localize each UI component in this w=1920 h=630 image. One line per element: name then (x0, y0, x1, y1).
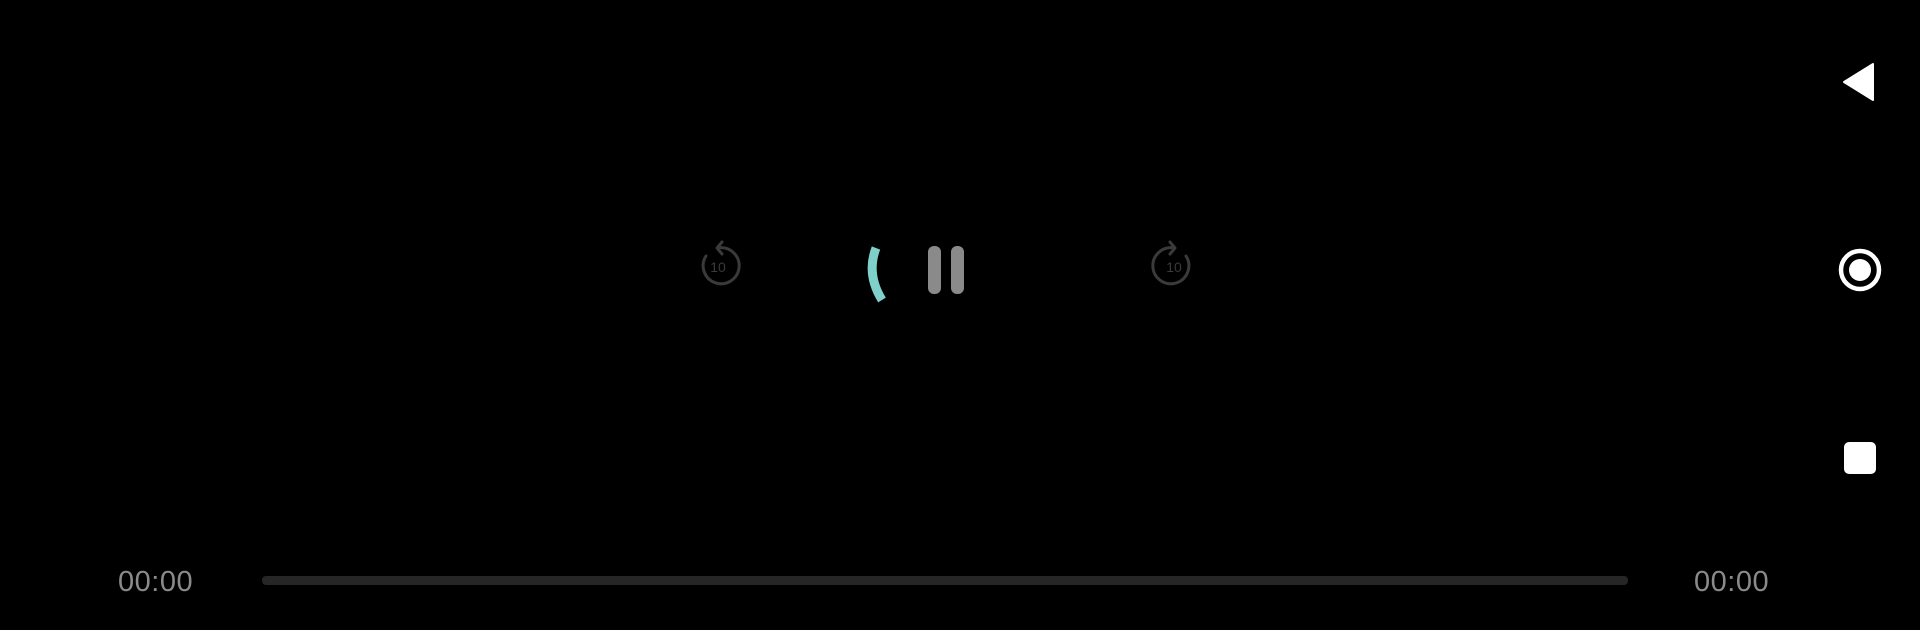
system-navigation-bar (1800, 0, 1920, 630)
pause-icon (928, 246, 964, 294)
recents-square-icon (1844, 442, 1876, 474)
playback-controls: 10 10 (0, 0, 1800, 630)
loading-spinner-icon (867, 246, 886, 303)
back-triangle-icon (1843, 63, 1874, 101)
current-time: 00:00 (118, 566, 194, 598)
forward-seconds-label: 10 (1166, 259, 1182, 275)
rewind-seconds-label: 10 (710, 259, 726, 275)
pause-button[interactable] (924, 244, 968, 296)
rewind-10-button[interactable]: 10 (690, 236, 746, 292)
replay-10-icon: 10 (701, 240, 741, 286)
total-duration: 00:00 (1694, 566, 1770, 598)
home-circle-icon (1838, 248, 1882, 292)
loading-spinner (867, 246, 886, 303)
forward-10-button[interactable]: 10 (1146, 236, 1202, 292)
video-player[interactable]: 10 10 00:00 00:00 (0, 0, 1800, 630)
screen: 10 10 00:00 00:00 (0, 0, 1920, 630)
nav-back-button[interactable] (1830, 52, 1890, 112)
forward-10-icon: 10 (1151, 240, 1191, 286)
seek-bar[interactable] (262, 576, 1628, 585)
nav-recents-button[interactable] (1830, 428, 1890, 488)
nav-home-button[interactable] (1830, 240, 1890, 300)
